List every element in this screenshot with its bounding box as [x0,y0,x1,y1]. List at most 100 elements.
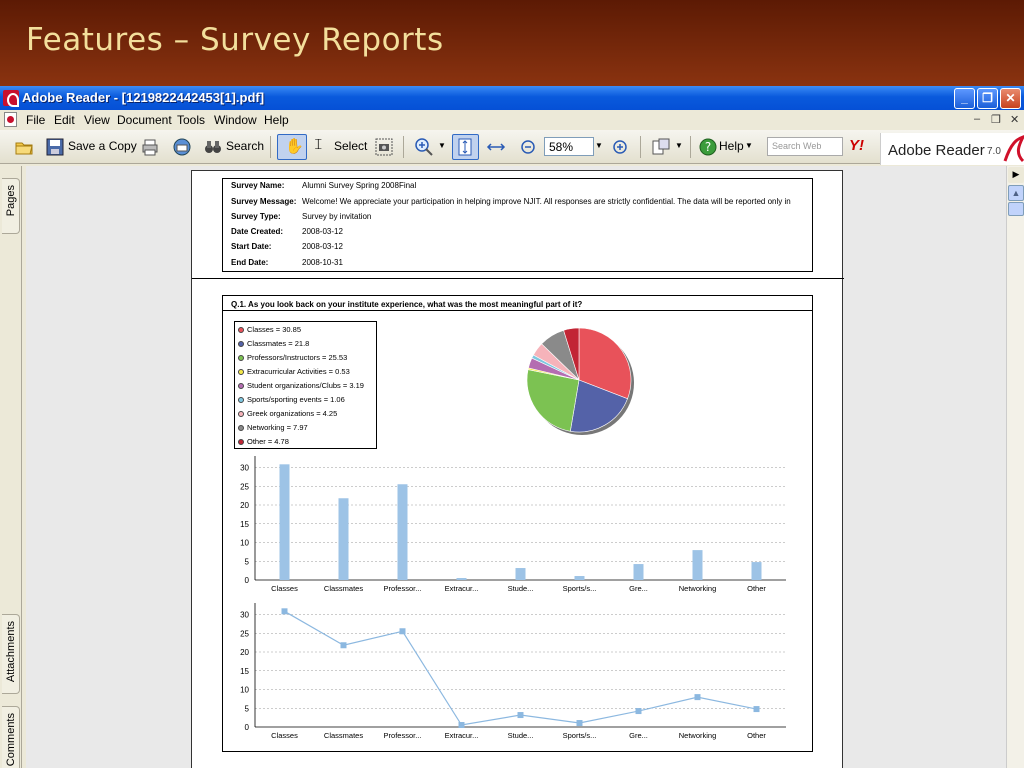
survey-info-value: Welcome! We appreciate your participatio… [302,197,791,206]
zoom-in-icon[interactable] [414,137,434,157]
minimize-button[interactable]: _ [954,88,975,109]
zoom-dropdown-icon[interactable]: ▼ [438,141,446,150]
zoom-in-plus-icon[interactable] [610,137,630,157]
bar [397,484,408,580]
x-tick-label: Professor... [384,731,422,740]
slide-title: Features – Survey Reports [26,22,444,58]
scroll-thumb[interactable] [1008,202,1024,216]
snapshot-icon[interactable] [374,137,394,157]
survey-info-label: End Date: [231,258,269,267]
y-tick-label: 15 [240,520,249,529]
vertical-scrollbar[interactable]: ▶ ▲ [1006,166,1024,768]
fit-page-icon [458,138,472,156]
open-folder-icon[interactable] [14,137,34,157]
document-icon[interactable] [4,112,17,127]
x-tick-label: Sports/s... [563,731,597,740]
search-web-input[interactable]: Search Web [767,137,843,156]
help-dropdown-icon[interactable]: ▼ [745,141,753,150]
window-titlebar[interactable]: Adobe Reader - [1219822442453[1].pdf] _ … [0,86,1024,110]
menu-document[interactable]: Document [117,113,172,127]
x-tick-label: Other [747,731,766,740]
help-icon[interactable]: ? [698,137,718,157]
adobe-brand[interactable]: Adobe Reader 7.0 [880,133,1024,165]
expand-arrow-icon[interactable]: ▶ [1008,167,1024,183]
bar [279,464,290,580]
bar [692,550,703,580]
binoculars-icon[interactable] [203,137,223,157]
legend-label: Classes = 30.85 [247,325,301,334]
tab-attachments[interactable]: Attachments [2,614,20,694]
menubar: File Edit View Document Tools Window Hel… [0,110,1024,130]
save-icon[interactable] [45,137,65,157]
help-button[interactable]: Help [719,139,744,153]
menu-view[interactable]: View [84,113,110,127]
zoom-level-dropdown-icon[interactable]: ▼ [595,141,603,150]
pie-chart [526,327,634,435]
select-cursor-icon[interactable]: 𝙸 [313,136,324,153]
x-tick-label: Networking [679,731,717,740]
bar [633,564,644,580]
reader-window: Adobe Reader - [1219822442453[1].pdf] _ … [0,86,1024,768]
tab-pages[interactable]: Pages [2,178,20,234]
adobe-brand-text: Adobe Reader [888,142,985,159]
menu-file[interactable]: File [26,113,45,127]
menu-tools[interactable]: Tools [177,113,205,127]
x-tick-label: Sports/s... [563,584,597,593]
data-point [576,720,583,727]
legend-label: Professors/Instructors = 25.53 [247,353,348,362]
survey-info-value: 2008-03-12 [302,227,343,236]
menu-help[interactable]: Help [264,113,289,127]
document-area[interactable]: Survey Name: Alumni Survey Spring 2008Fin… [26,166,1006,768]
legend-swatch [238,383,244,389]
select-button[interactable]: Select [334,139,367,153]
x-tick-label: Classes [271,731,298,740]
x-tick-label: Extracur... [445,584,479,593]
legend-swatch [238,355,244,361]
survey-info-label: Survey Name: [231,181,285,190]
pie-legend: Classes = 30.85 Classmates = 21.8 Profes… [234,321,377,449]
rotate-view-icon[interactable] [651,137,671,157]
legend-label: Greek organizations = 4.25 [247,409,338,418]
doc-restore-button[interactable]: ❐ [991,113,1001,126]
survey-info-value: 2008-03-12 [302,242,343,251]
x-tick-label: Classes [271,584,298,593]
legend-item: Networking = 7.97 [238,423,308,432]
bar [338,498,349,580]
scroll-up-button[interactable]: ▲ [1008,185,1024,201]
toolbar: Save a Copy Search ✋ 𝙸 Select ▼ 58% ▼ ▼ … [0,130,1024,164]
save-copy-button[interactable]: Save a Copy [68,139,137,153]
restore-button[interactable]: ❐ [977,88,998,109]
x-tick-label: Classmates [324,731,363,740]
tab-comments[interactable]: Comments [2,706,20,768]
rotate-dropdown-icon[interactable]: ▼ [675,141,683,150]
print-icon[interactable] [140,137,160,157]
tab-comments-label: Comments [5,713,17,767]
close-button[interactable]: ✕ [1000,88,1021,109]
fit-width-icon[interactable] [486,137,506,157]
x-tick-label: Professor... [384,584,422,593]
menu-window[interactable]: Window [214,113,257,127]
survey-info-label: Date Created: [231,227,284,236]
doc-minimize-button[interactable]: – [974,113,980,125]
y-tick-label: 0 [245,723,250,732]
yahoo-button[interactable]: Y! [849,137,864,154]
legend-item: Student organizations/Clubs = 3.19 [238,381,364,390]
doc-close-button[interactable]: ✕ [1010,113,1019,126]
data-point [399,628,406,635]
legend-swatch [238,327,244,333]
zoom-input[interactable]: 58% [544,137,594,156]
data-point [694,694,701,701]
data-point [517,712,524,719]
legend-label: Networking = 7.97 [247,423,308,432]
hand-icon: ✋ [285,138,304,155]
legend-label: Extracurricular Activities = 0.53 [247,367,350,376]
x-tick-label: Stude... [508,584,534,593]
search-button[interactable]: Search [226,139,264,153]
zoom-out-icon[interactable] [518,137,538,157]
legend-label: Student organizations/Clubs = 3.19 [247,381,364,390]
legend-item: Professors/Instructors = 25.53 [238,353,347,362]
menu-edit[interactable]: Edit [54,113,75,127]
email-icon[interactable] [172,137,192,157]
legend-swatch [238,369,244,375]
x-tick-label: Extracur... [445,731,479,740]
